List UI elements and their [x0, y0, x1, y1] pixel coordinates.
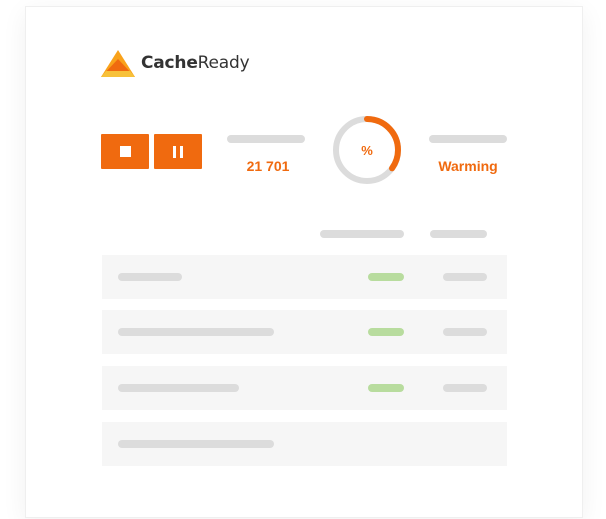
gauge-percent-symbol: %	[361, 142, 373, 158]
stop-icon	[119, 146, 131, 157]
table-row[interactable]	[102, 366, 507, 410]
brand-name: CacheReady	[141, 53, 250, 73]
time-placeholder	[443, 273, 487, 281]
url-placeholder	[118, 273, 182, 281]
cacheready-logo-icon	[101, 50, 135, 77]
pause-icon	[173, 145, 183, 158]
stop-button[interactable]	[101, 134, 149, 169]
brand-name-light: Ready	[197, 53, 250, 73]
column-header-time-placeholder	[430, 230, 487, 238]
pause-button[interactable]	[154, 134, 202, 169]
brand-logo: CacheReady	[101, 50, 250, 77]
status-success-indicator	[368, 328, 404, 336]
status-label-placeholder	[429, 135, 507, 143]
table-row[interactable]	[102, 310, 507, 354]
table-row[interactable]	[102, 255, 507, 299]
time-placeholder	[443, 328, 487, 336]
url-placeholder	[118, 440, 274, 448]
time-placeholder	[443, 384, 487, 392]
progress-gauge: %	[332, 115, 402, 185]
warming-status-value: Warming	[438, 158, 498, 174]
column-header-status-placeholder	[320, 230, 404, 238]
url-placeholder	[118, 328, 274, 336]
status-success-indicator	[368, 384, 404, 392]
status-success-indicator	[368, 273, 404, 281]
count-label-placeholder	[227, 135, 305, 143]
warmed-count-value: 21 701	[246, 158, 290, 174]
brand-name-bold: Cache	[141, 53, 198, 73]
url-placeholder	[118, 384, 239, 392]
table-row[interactable]	[102, 422, 507, 466]
